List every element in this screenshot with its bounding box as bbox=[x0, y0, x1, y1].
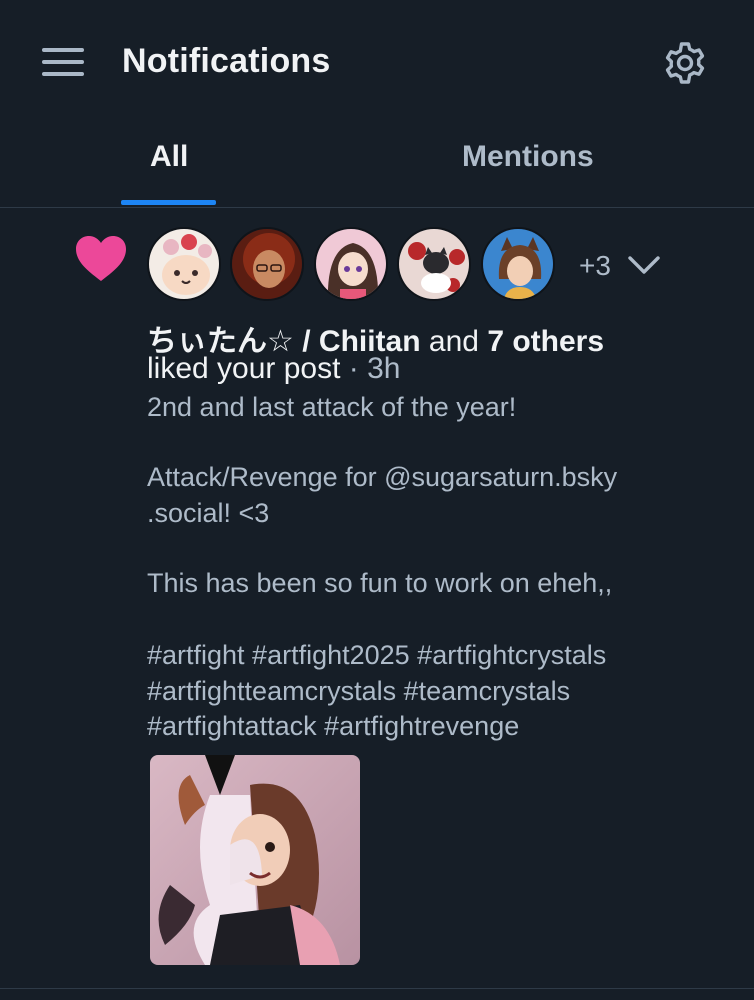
hamburger-icon-line bbox=[42, 72, 84, 76]
notification-action: liked your post · 3h bbox=[147, 352, 400, 386]
tab-bar: All Mentions bbox=[0, 120, 754, 208]
post-text-line: .social! <3 bbox=[147, 498, 270, 528]
avatar[interactable] bbox=[314, 227, 388, 301]
hashtag-line[interactable]: #artfight #artfight2025 #artfightcrystal… bbox=[147, 640, 606, 671]
active-tab-indicator bbox=[121, 200, 216, 205]
avatar[interactable] bbox=[230, 227, 304, 301]
others-count[interactable]: 7 others bbox=[487, 325, 604, 358]
chevron-down-icon[interactable] bbox=[624, 248, 664, 282]
menu-button[interactable] bbox=[40, 44, 86, 80]
connector-text: and bbox=[428, 325, 479, 358]
settings-button[interactable] bbox=[660, 38, 710, 88]
tab-mentions[interactable]: Mentions bbox=[462, 140, 594, 174]
post-image[interactable] bbox=[150, 755, 360, 965]
tab-all[interactable]: All bbox=[150, 140, 188, 174]
gear-icon bbox=[665, 42, 705, 84]
post-text-line: This has been so fun to work on eheh,, bbox=[147, 568, 613, 598]
avatar[interactable] bbox=[147, 227, 221, 301]
post-text-line: Attack/Revenge for @sugarsaturn.bsky bbox=[147, 462, 618, 492]
avatar[interactable] bbox=[397, 227, 471, 301]
divider bbox=[0, 988, 754, 989]
heart-icon bbox=[76, 236, 126, 281]
post-text-line: 2nd and last attack of the year! bbox=[147, 392, 517, 422]
hamburger-icon-line bbox=[42, 60, 84, 64]
timestamp: · 3h bbox=[348, 352, 401, 385]
hashtag-line[interactable]: #artfightattack #artfightrevenge bbox=[147, 711, 519, 742]
hamburger-icon-line bbox=[42, 48, 84, 52]
app-header: Notifications bbox=[0, 0, 754, 120]
action-text: liked your post bbox=[147, 352, 341, 385]
page-title: Notifications bbox=[122, 42, 331, 80]
more-avatars-count[interactable]: +3 bbox=[579, 250, 611, 282]
avatar[interactable] bbox=[481, 227, 555, 301]
hashtag-line[interactable]: #artfightteamcrystals #teamcrystals bbox=[147, 676, 570, 707]
